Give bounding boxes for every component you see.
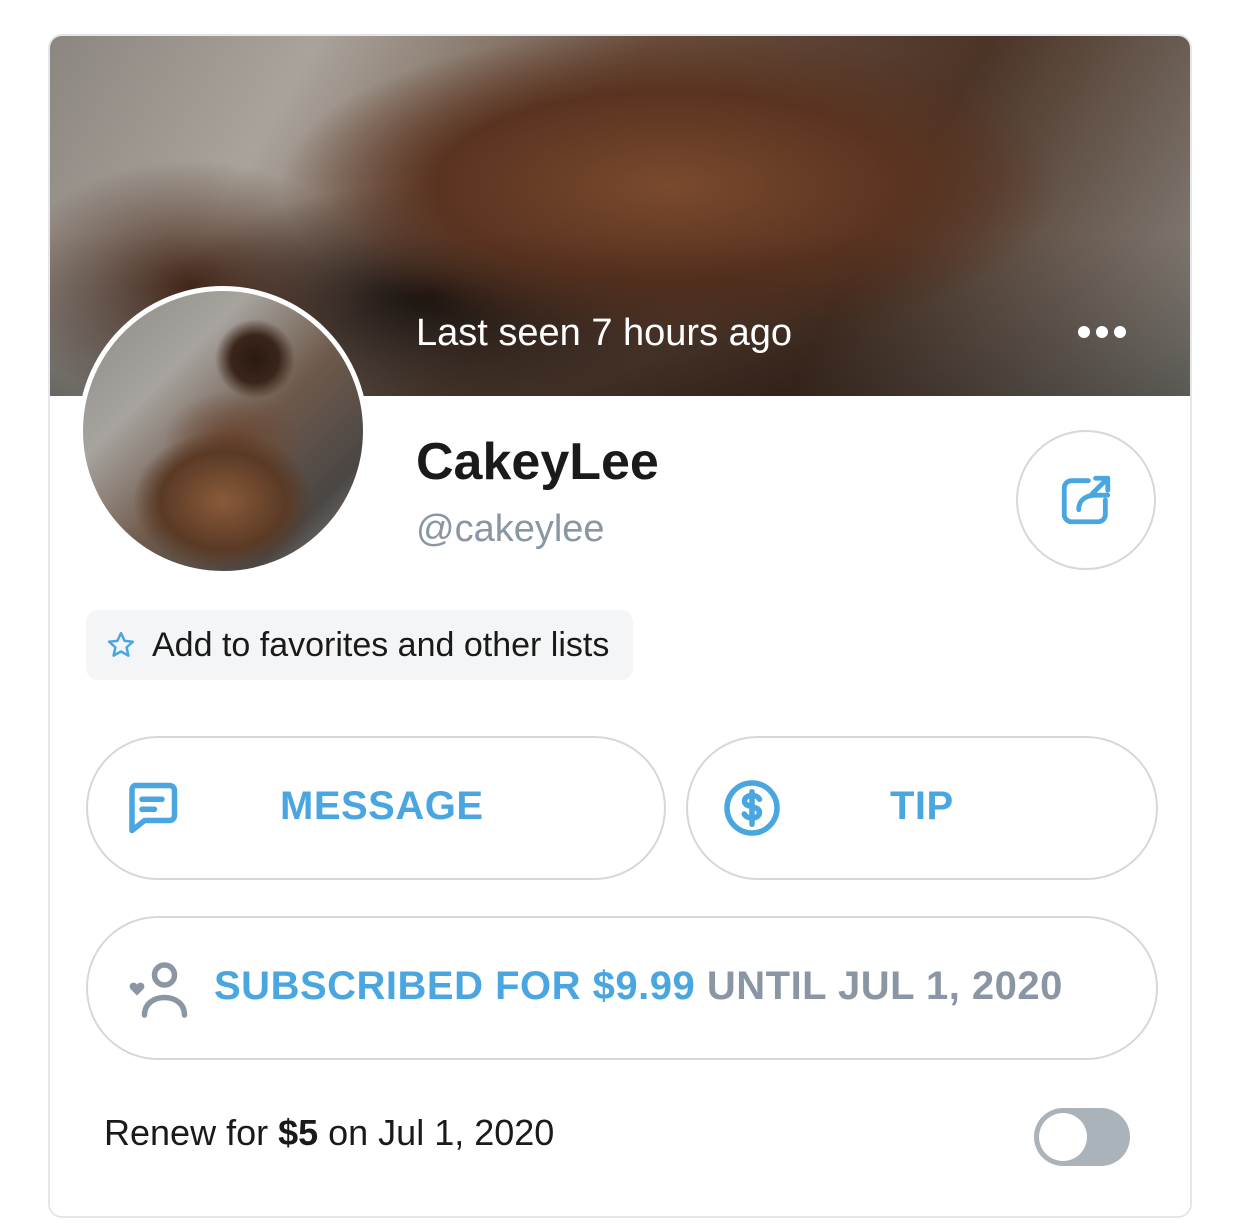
message-button[interactable]: MESSAGE [86, 736, 666, 880]
renew-prefix: Renew for [104, 1112, 279, 1153]
last-seen-status: Last seen 7 hours ago [416, 312, 793, 354]
star-icon [107, 631, 135, 657]
more-icon[interactable] [1078, 326, 1126, 338]
avatar[interactable] [78, 286, 368, 576]
profile-name: CakeyLee [416, 433, 659, 491]
profile-card: Last seen 7 hours ago CakeyLee @cakeylee… [48, 34, 1192, 1218]
subscription-until: UNTIL JUL 1, 2020 [706, 964, 1063, 1008]
renew-text: Renew for $5 on Jul 1, 2020 [104, 1112, 554, 1154]
message-icon [129, 782, 178, 834]
toggle-knob [1039, 1113, 1087, 1161]
profile-handle: @cakeylee [416, 508, 605, 550]
renew-suffix: on Jul 1, 2020 [318, 1112, 555, 1153]
favorites-label: Add to favorites and other lists [152, 625, 610, 664]
auto-renew-toggle[interactable] [1034, 1108, 1130, 1166]
message-label: MESSAGE [280, 784, 484, 828]
subscription-button[interactable]: SUBSCRIBED FOR $9.99 UNTIL JUL 1, 2020 [86, 916, 1158, 1060]
dollar-icon [724, 780, 780, 836]
tip-label: TIP [890, 784, 954, 828]
tip-button[interactable]: TIP [686, 736, 1158, 880]
renew-price: $5 [278, 1112, 319, 1153]
subscription-label: SUBSCRIBED FOR $9.99 UNTIL JUL 1, 2020 [214, 964, 1063, 1009]
subscribe-user-icon [129, 962, 188, 1018]
share-button[interactable] [1016, 430, 1156, 570]
add-to-favorites-button[interactable]: Add to favorites and other lists [86, 610, 634, 680]
subscription-price: SUBSCRIBED FOR $9.99 [214, 964, 696, 1008]
share-icon [1061, 475, 1111, 525]
